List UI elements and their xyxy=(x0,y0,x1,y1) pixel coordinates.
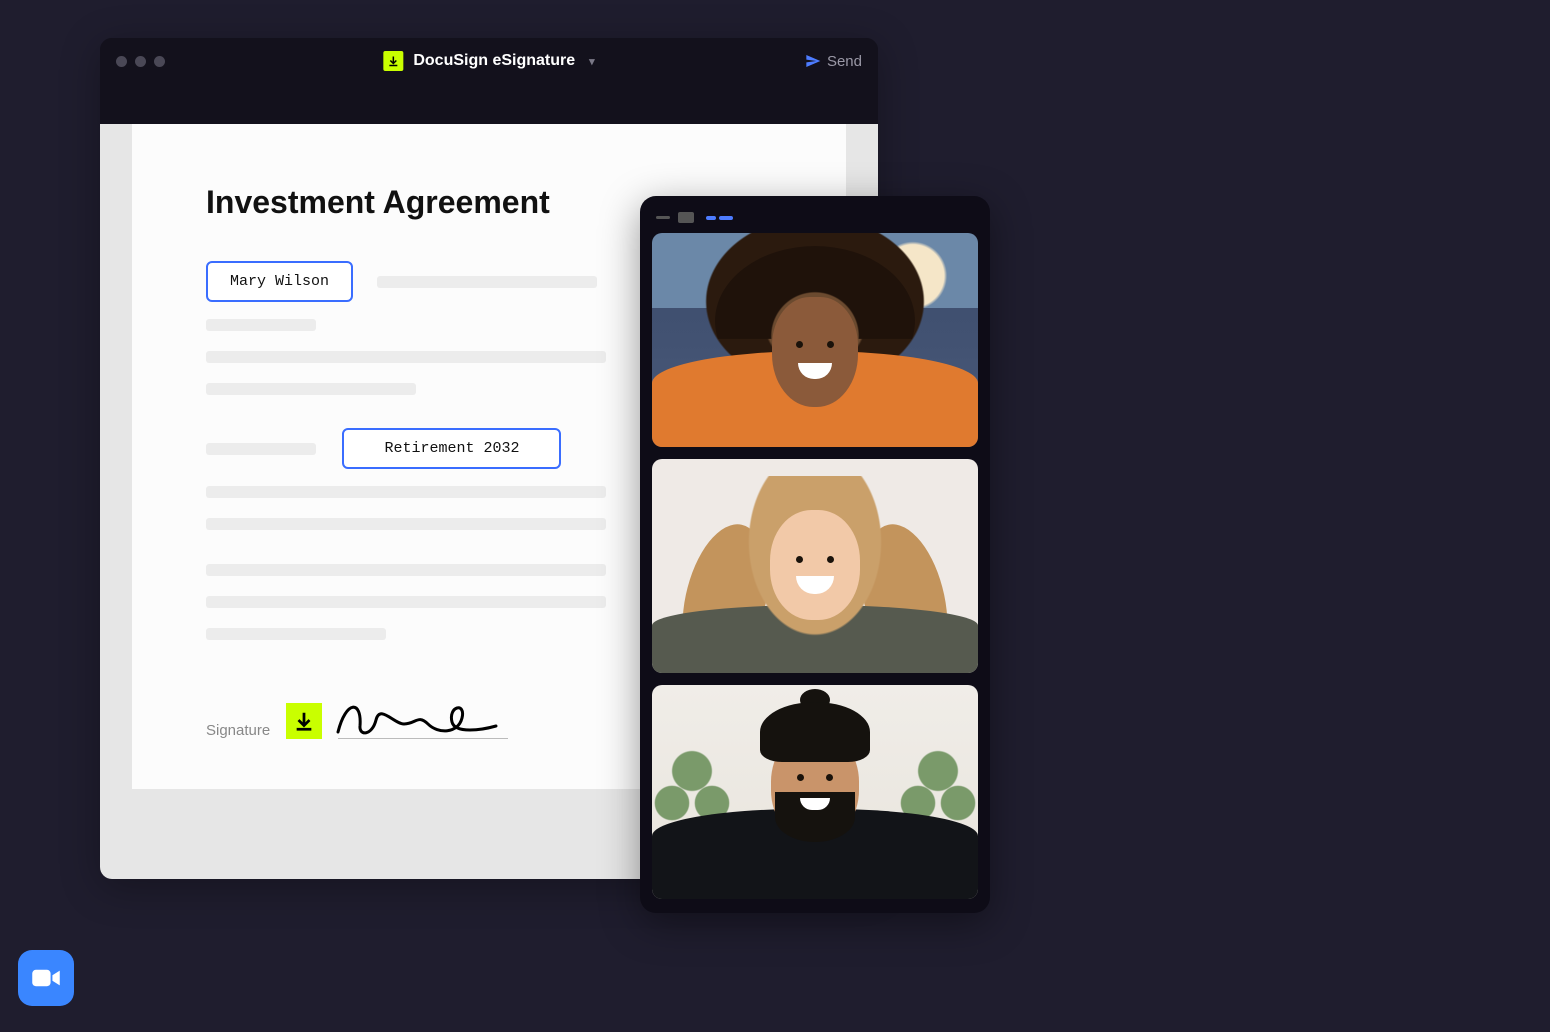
sign-here-icon[interactable] xyxy=(286,703,322,739)
background-decor xyxy=(652,739,742,899)
plan-field[interactable]: Retirement 2032 xyxy=(342,428,561,469)
signature-scribble xyxy=(332,696,512,740)
docusign-download-icon xyxy=(383,51,403,71)
app-title: DocuSign eSignature xyxy=(413,52,575,70)
avatar xyxy=(775,792,855,842)
window-titlebar: DocuSign eSignature ▾ Send xyxy=(100,38,878,84)
name-field[interactable]: Mary Wilson xyxy=(206,261,353,302)
placeholder-line xyxy=(206,596,606,608)
send-label: Send xyxy=(827,53,862,70)
participant-name: Mary Wilson xyxy=(672,417,749,433)
placeholder-line xyxy=(206,564,606,576)
minimize-icon[interactable] xyxy=(656,216,670,219)
video-tile[interactable]: Blake Hayes xyxy=(652,685,978,899)
window-traffic-lights[interactable] xyxy=(116,56,165,67)
placeholder-line xyxy=(206,383,416,395)
placeholder-line xyxy=(206,486,606,498)
placeholder-line xyxy=(206,351,606,363)
maximize-icon[interactable] xyxy=(678,212,694,223)
avatar xyxy=(760,702,870,762)
placeholder-line xyxy=(206,443,316,455)
traffic-maximize[interactable] xyxy=(154,56,165,67)
placeholder-line xyxy=(206,319,316,331)
participant-name-chip: Mary Wilson xyxy=(662,413,759,437)
placeholder-line xyxy=(206,628,386,640)
signature-label: Signature xyxy=(206,722,270,739)
chevron-down-icon[interactable]: ▾ xyxy=(589,55,595,68)
placeholder-line xyxy=(377,276,597,288)
video-call-panel[interactable]: Mary Wilson Linda Simon xyxy=(640,196,990,913)
mic-muted-icon xyxy=(672,642,684,659)
signature-field[interactable] xyxy=(338,703,508,739)
app-title-group[interactable]: DocuSign eSignature ▾ xyxy=(383,51,594,71)
zoom-app-icon[interactable] xyxy=(18,950,74,1006)
placeholder-line xyxy=(206,518,606,530)
traffic-close[interactable] xyxy=(116,56,127,67)
video-tile[interactable]: Linda Simon xyxy=(652,459,978,673)
participant-name: Blake Hayes xyxy=(672,869,751,885)
avatar xyxy=(770,510,860,620)
traffic-minimize[interactable] xyxy=(135,56,146,67)
video-panel-controls xyxy=(652,208,978,233)
video-camera-icon xyxy=(31,967,61,989)
background-decor xyxy=(888,739,978,899)
layout-toggle-icon[interactable] xyxy=(706,216,733,220)
participant-name-chip: Blake Hayes xyxy=(662,865,761,889)
send-button[interactable]: Send xyxy=(805,53,862,70)
video-tile[interactable]: Mary Wilson xyxy=(652,233,978,447)
